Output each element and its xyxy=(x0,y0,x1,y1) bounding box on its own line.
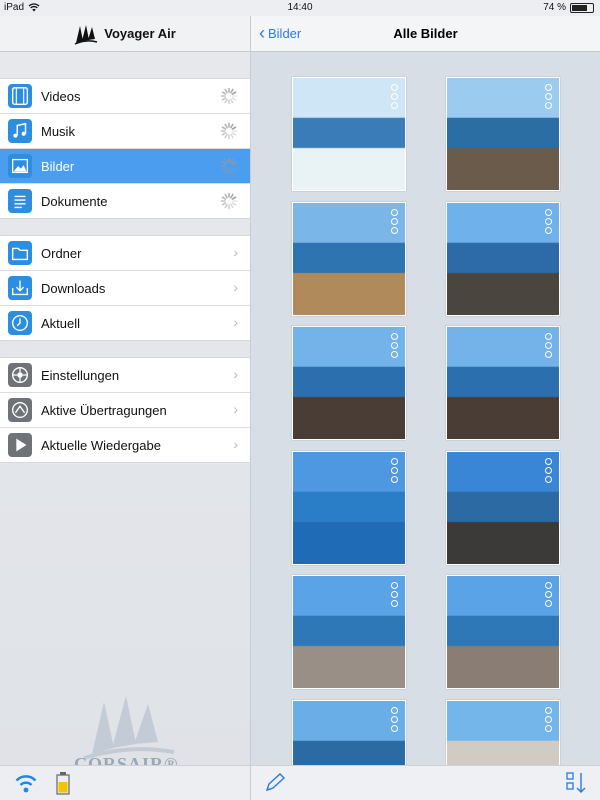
sidebar-item-label: Ordner xyxy=(41,245,82,261)
main-panel: ‹ Bilder Alle Bilder xyxy=(251,16,600,800)
menu-group-system: Einstellungen › Aktive Übertragungen › Aktue… xyxy=(0,357,250,463)
music-note-icon xyxy=(8,119,32,143)
more-options-icon[interactable] xyxy=(545,333,552,358)
battery-percent: 74 % xyxy=(543,2,566,13)
clock: 14:40 xyxy=(287,2,313,13)
chevron-right-icon: › xyxy=(233,314,238,330)
photo-thumbnail[interactable] xyxy=(292,201,406,316)
main-toolbar xyxy=(251,765,600,800)
sidebar-item-dokumente[interactable]: Dokumente xyxy=(0,184,250,218)
sidebar-item-einstellungen[interactable]: Einstellungen › xyxy=(0,358,250,393)
chevron-right-icon: › xyxy=(233,401,238,417)
chevron-right-icon: › xyxy=(233,279,238,295)
loading-spinner-icon xyxy=(220,157,238,178)
menu-group-media: Videos Musik Bilder Dokumente xyxy=(0,78,250,219)
sort-icon[interactable] xyxy=(564,771,588,795)
sidebar: Voyager Air Videos Musik Bilder Dokumente O… xyxy=(0,16,251,800)
photo-thumbnail[interactable] xyxy=(446,77,560,191)
drive-battery-icon[interactable] xyxy=(56,771,70,795)
sidebar-header: Voyager Air xyxy=(0,16,250,52)
more-options-icon[interactable] xyxy=(545,208,552,234)
sidebar-item-label: Aktuell xyxy=(41,315,81,331)
sidebar-item-aktuelle-wiedergabe[interactable]: Aktuelle Wiedergabe › xyxy=(0,428,250,462)
sidebar-item-videos[interactable]: Videos xyxy=(0,79,250,114)
photo-thumbnail[interactable] xyxy=(446,699,560,765)
sidebar-item-label: Aktive Übertragungen xyxy=(41,402,167,418)
film-icon xyxy=(8,84,32,108)
corsair-logo-icon xyxy=(74,24,98,45)
settings-icon xyxy=(8,363,32,387)
loading-spinner-icon xyxy=(220,192,238,213)
loading-spinner-icon xyxy=(220,87,238,108)
photo-thumbnail[interactable] xyxy=(292,77,406,191)
more-options-icon[interactable] xyxy=(391,84,398,109)
picture-icon xyxy=(8,154,32,178)
sidebar-item-bilder[interactable]: Bilder xyxy=(0,149,250,184)
sidebar-item-label: Downloads xyxy=(41,280,106,296)
sidebar-item-label: Dokumente xyxy=(41,193,108,209)
download-icon xyxy=(8,276,32,300)
document-icon xyxy=(8,189,32,213)
sidebar-item-ordner[interactable]: Ordner › xyxy=(0,236,250,271)
chevron-right-icon: › xyxy=(233,366,238,382)
photo-grid xyxy=(251,52,600,765)
folder-icon xyxy=(8,241,32,265)
photo-thumbnail[interactable] xyxy=(446,326,560,440)
more-options-icon[interactable] xyxy=(545,457,552,483)
more-options-icon[interactable] xyxy=(545,706,552,732)
photo-thumbnail[interactable] xyxy=(446,450,560,565)
sidebar-item-downloads[interactable]: Downloads › xyxy=(0,271,250,306)
chevron-right-icon: › xyxy=(233,436,238,452)
more-options-icon[interactable] xyxy=(391,706,398,732)
chevron-right-icon: › xyxy=(233,244,238,260)
more-options-icon[interactable] xyxy=(545,582,552,607)
clock-icon xyxy=(8,311,32,335)
sidebar-item-musik[interactable]: Musik xyxy=(0,114,250,149)
sidebar-item-aktive-übertragungen[interactable]: Aktive Übertragungen › xyxy=(0,393,250,428)
loading-spinner-icon xyxy=(220,122,238,143)
photo-thumbnail[interactable] xyxy=(446,575,560,689)
sidebar-item-label: Einstellungen xyxy=(41,367,120,383)
transfer-icon xyxy=(8,398,32,422)
sidebar-item-aktuell[interactable]: Aktuell › xyxy=(0,306,250,340)
photo-thumbnail[interactable] xyxy=(292,326,406,440)
battery-icon xyxy=(570,2,594,13)
more-options-icon[interactable] xyxy=(391,457,398,483)
edit-pencil-icon[interactable] xyxy=(263,772,287,794)
page-title: Alle Bilder xyxy=(393,26,458,41)
sidebar-item-label: Musik xyxy=(41,123,75,139)
wifi-status-icon[interactable] xyxy=(14,773,38,793)
photo-thumbnail[interactable] xyxy=(292,699,406,765)
sidebar-item-label: Videos xyxy=(41,88,81,104)
photo-thumbnail[interactable] xyxy=(446,201,560,316)
menu-group-files: Ordner › Downloads › Aktuell › xyxy=(0,235,250,341)
photo-thumbnail[interactable] xyxy=(292,450,406,565)
more-options-icon[interactable] xyxy=(545,84,552,109)
more-options-icon[interactable] xyxy=(391,582,398,607)
photo-thumbnail[interactable] xyxy=(292,575,406,689)
main-header: ‹ Bilder Alle Bilder xyxy=(251,16,600,52)
more-options-icon[interactable] xyxy=(391,208,398,234)
status-bar: iPad 14:40 74 % xyxy=(0,0,600,16)
more-options-icon[interactable] xyxy=(391,333,398,358)
play-icon xyxy=(8,433,32,457)
sidebar-item-label: Bilder xyxy=(41,158,75,174)
sidebar-footer xyxy=(0,765,250,800)
sidebar-item-label: Aktuelle Wiedergabe xyxy=(41,437,161,453)
app-title: Voyager Air xyxy=(104,26,176,41)
